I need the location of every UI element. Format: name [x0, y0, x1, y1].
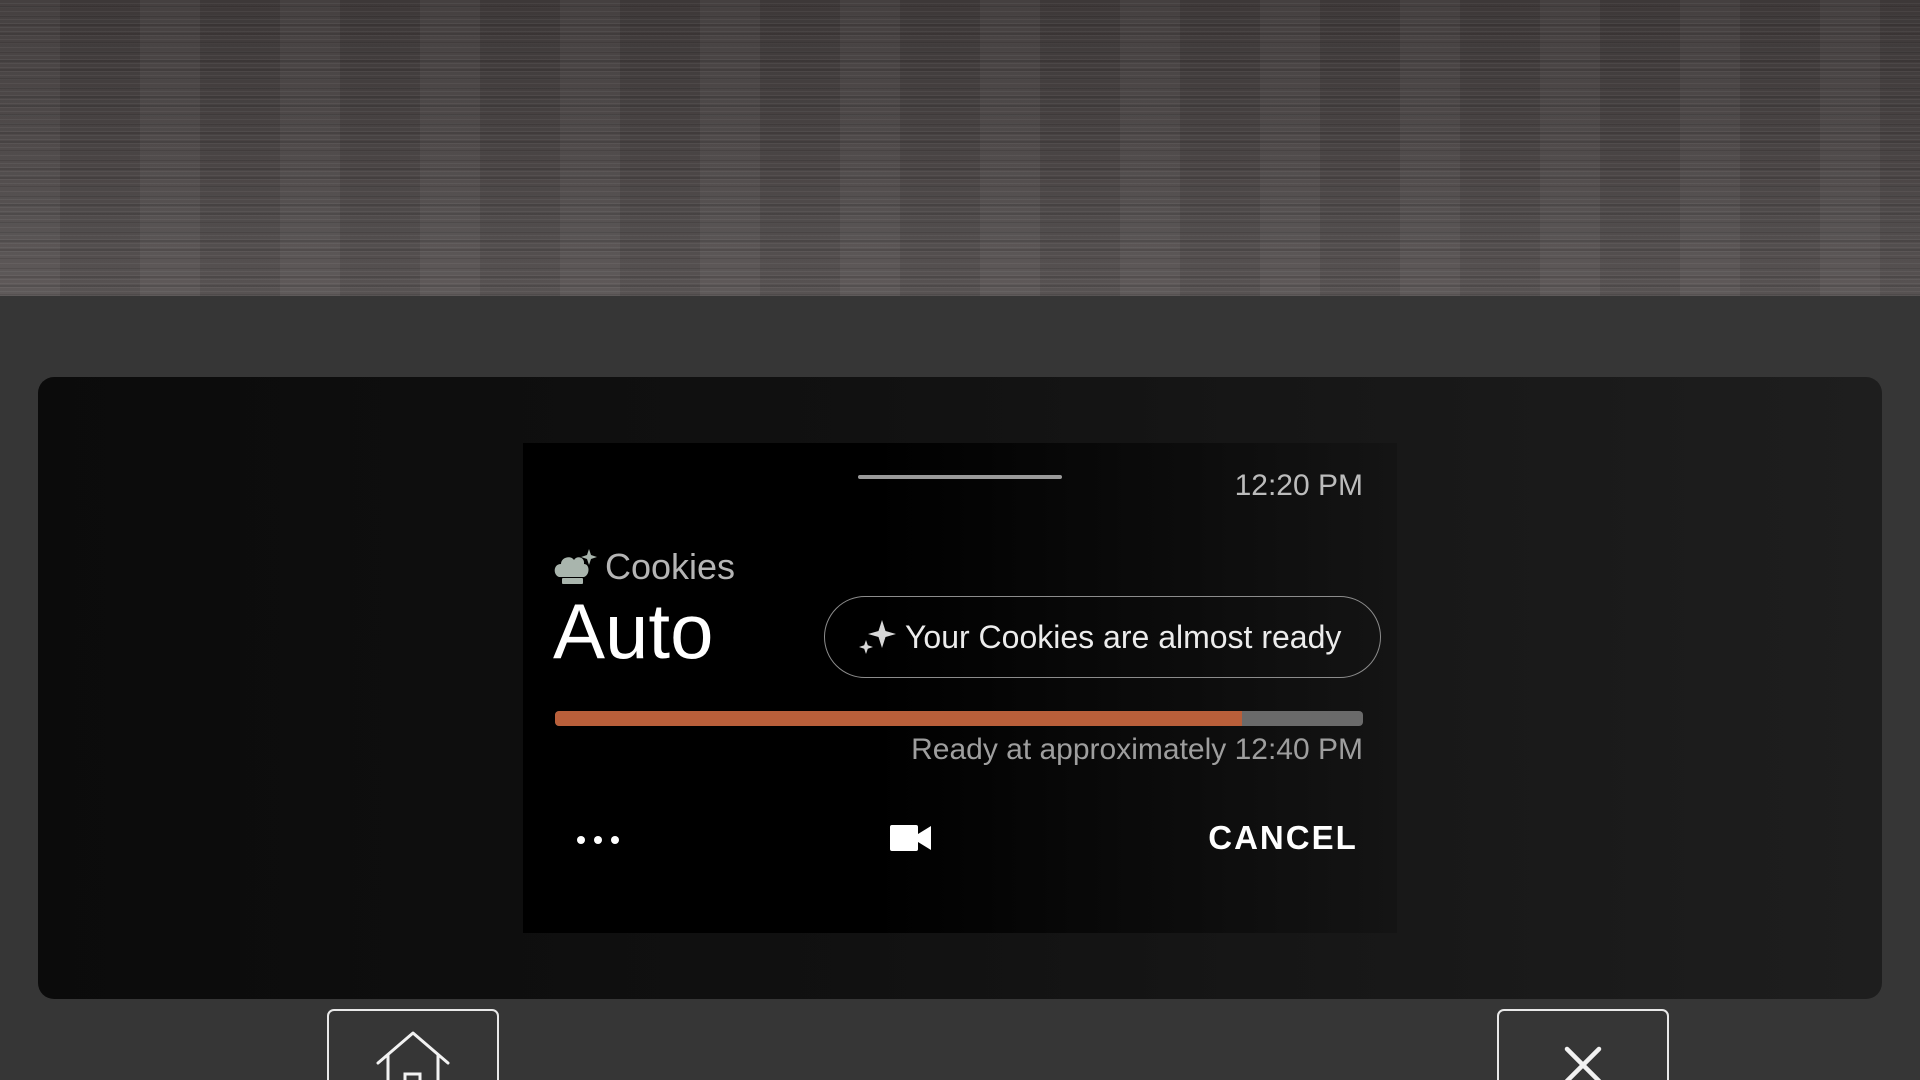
drag-handle[interactable] — [858, 475, 1062, 479]
close-button[interactable] — [1497, 1009, 1669, 1080]
oven-display: 12:20 PM Cookies Auto Your Cookies are a… — [523, 443, 1397, 933]
cancel-button[interactable]: CANCEL — [1183, 815, 1383, 861]
home-button[interactable] — [327, 1009, 499, 1080]
home-icon — [376, 1031, 450, 1080]
wood-trim — [0, 0, 1920, 296]
ready-time-text: Ready at approximately 12:40 PM — [911, 733, 1363, 766]
recipe-header: Cookies — [553, 546, 735, 588]
progress-fill — [555, 711, 1242, 726]
more-horizontal-icon — [577, 836, 619, 844]
cooking-mode: Auto — [553, 587, 714, 675]
status-pill[interactable]: Your Cookies are almost ready — [824, 596, 1381, 678]
chef-hat-sparkle-icon — [554, 549, 597, 584]
more-options-button[interactable] — [573, 825, 623, 855]
video-camera-icon — [890, 825, 931, 851]
clock: 12:20 PM — [1234, 469, 1363, 502]
sparkle-icon — [859, 620, 896, 654]
close-icon — [1564, 1046, 1602, 1080]
recipe-name: Cookies — [605, 546, 736, 587]
camera-button[interactable] — [887, 818, 935, 858]
status-text: Your Cookies are almost ready — [905, 618, 1342, 655]
cooking-progress-bar — [555, 711, 1363, 726]
